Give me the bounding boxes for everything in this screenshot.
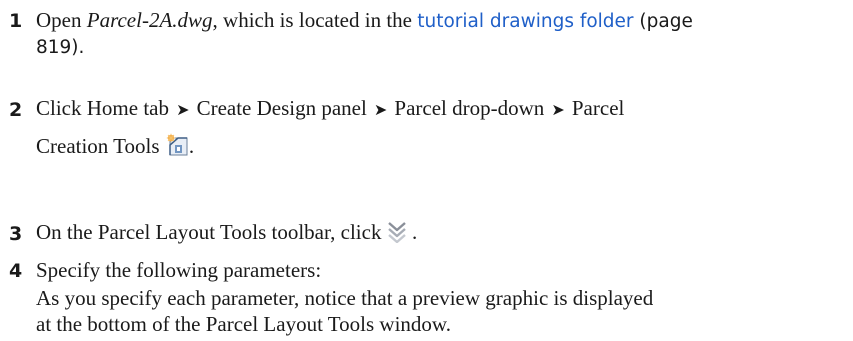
breadcrumb-parcel-dropdown: Parcel drop-down <box>394 96 545 120</box>
step-1-text: Open Parcel-2A.dwg, which is located in … <box>36 4 836 64</box>
breadcrumb-creation-tools: Creation Tools <box>36 134 160 158</box>
expand-chevron-icon[interactable] <box>387 220 407 252</box>
step-number: 1 <box>9 10 23 32</box>
step-3-text: On the Parcel Layout Tools toolbar, clic… <box>36 216 836 252</box>
tutorial-drawings-folder-link[interactable]: tutorial drawings folder <box>417 11 633 32</box>
step-number: 3 <box>9 223 23 245</box>
step-1-middle: , which is located in the <box>212 8 418 32</box>
step-2-line-2: Creation Tools . <box>36 130 836 166</box>
breadcrumb-create-design-panel: Create Design panel <box>196 96 367 120</box>
step-4-note-line-2: at the bottom of the Parcel Layout Tools… <box>36 312 451 336</box>
arrow-icon: ➤ <box>368 100 393 119</box>
step-2-text: Click Home tab ➤ Create Design panel ➤ P… <box>36 92 836 166</box>
drawing-filename: Parcel-2A.dwg <box>86 8 213 32</box>
step-3-instruction: On the Parcel Layout Tools toolbar, clic… <box>36 220 382 244</box>
tutorial-page: 1 Open Parcel-2A.dwg, which is located i… <box>0 0 853 341</box>
breadcrumb-parcel: Parcel <box>571 96 625 120</box>
step-number: 4 <box>9 260 23 282</box>
step-2-line-1: Click Home tab ➤ Create Design panel ➤ P… <box>36 92 836 126</box>
step-number: 2 <box>9 99 23 121</box>
page-ref-open: (page <box>633 11 693 32</box>
breadcrumb-home-tab: Click Home tab <box>36 96 169 120</box>
step-3-line-1: On the Parcel Layout Tools toolbar, clic… <box>36 216 836 252</box>
step-2-period: . <box>188 134 195 158</box>
arrow-icon: ➤ <box>546 100 570 119</box>
parcel-creation-tools-icon[interactable] <box>165 133 189 166</box>
step-4-text: Specify the following parameters: As you… <box>36 254 836 340</box>
arrow-icon: ➤ <box>170 100 195 119</box>
step-3-period: . <box>406 220 418 244</box>
step-1-prefix: Open <box>36 8 87 32</box>
